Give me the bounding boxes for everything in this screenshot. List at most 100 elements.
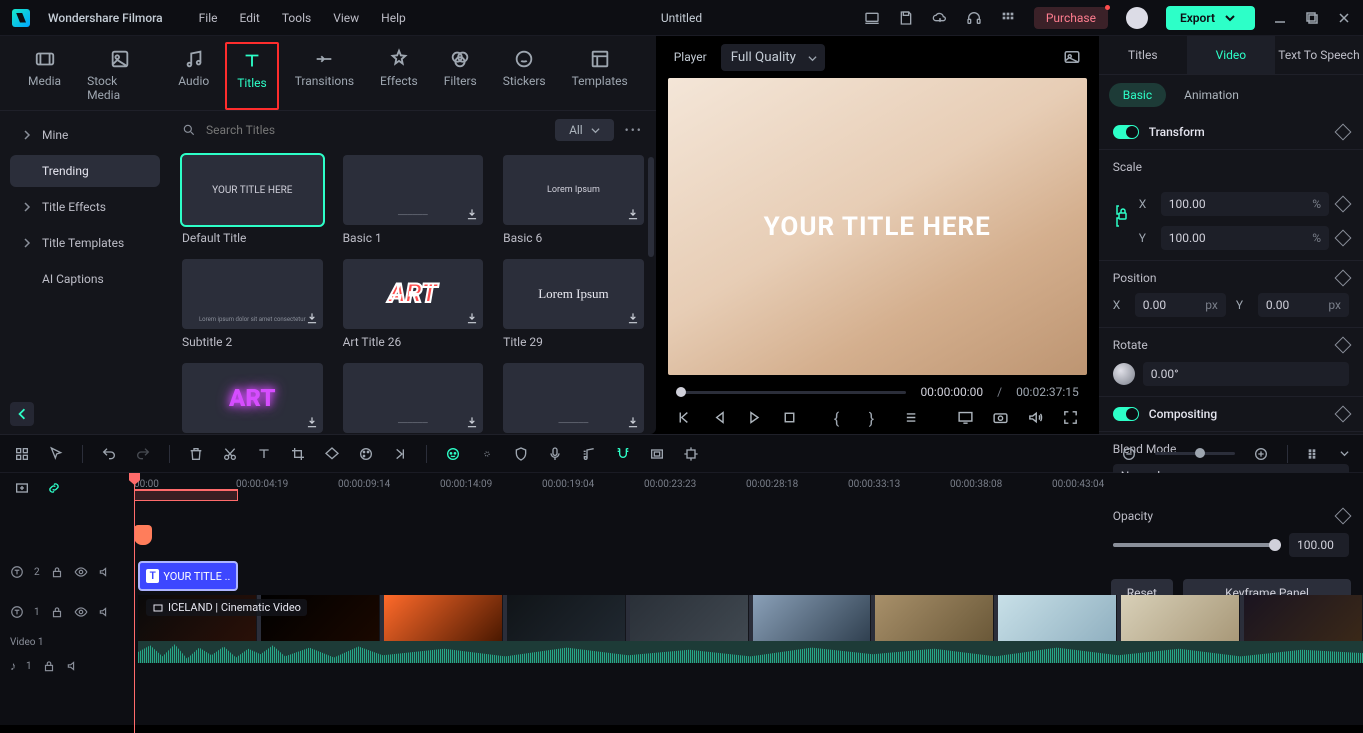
- window-close-icon[interactable]: [1337, 11, 1351, 25]
- mute-icon[interactable]: [66, 659, 80, 673]
- compositing-toggle[interactable]: [1113, 407, 1139, 421]
- download-icon[interactable]: [465, 311, 479, 325]
- sidebar-item-title-templates[interactable]: Title Templates: [10, 227, 160, 259]
- title-clip[interactable]: TYOUR TITLE ...: [138, 561, 238, 591]
- lock-icon[interactable]: [50, 605, 64, 619]
- window-minimize-icon[interactable]: [1273, 11, 1287, 25]
- eye-icon[interactable]: [74, 605, 88, 619]
- display-icon[interactable]: [957, 409, 974, 426]
- chevron-down-icon[interactable]: [1340, 449, 1349, 458]
- title-thumbnail[interactable]: Lorem Ipsum: [503, 155, 644, 225]
- cursor-icon[interactable]: [48, 446, 64, 462]
- volume-icon[interactable]: [1027, 409, 1044, 426]
- tab-stickers[interactable]: Stickers: [493, 42, 556, 110]
- scrollbar[interactable]: [648, 157, 654, 257]
- window-maximize-icon[interactable]: [1305, 11, 1319, 25]
- inspector-tab-video[interactable]: Video: [1187, 36, 1275, 74]
- keyframe-icon[interactable]: [1335, 196, 1352, 213]
- download-icon[interactable]: [465, 415, 479, 429]
- play-reverse-icon[interactable]: [711, 409, 728, 426]
- playback-scrubber[interactable]: [676, 391, 907, 394]
- add-track-icon[interactable]: [14, 480, 30, 496]
- apps-icon[interactable]: [1000, 10, 1016, 26]
- tab-titles[interactable]: Titles: [225, 42, 278, 110]
- cloud-icon[interactable]: [932, 10, 948, 26]
- tab-transitions[interactable]: Transitions: [285, 42, 364, 110]
- sparkle-icon[interactable]: [479, 446, 495, 462]
- position-x-input[interactable]: 0.00px: [1135, 293, 1226, 317]
- search-input[interactable]: [206, 123, 545, 137]
- mute-icon[interactable]: [98, 605, 112, 619]
- title-thumbnail[interactable]: ART: [343, 259, 484, 329]
- filter-dropdown[interactable]: All: [555, 119, 614, 141]
- timeline-tracks[interactable]: TYOUR TITLE ... ICELAND | Cinematic Vide…: [134, 503, 1363, 725]
- scale-y-input[interactable]: 100.00%: [1161, 226, 1329, 250]
- timeline-marker[interactable]: [134, 525, 152, 545]
- download-icon[interactable]: [626, 415, 640, 429]
- position-y-input[interactable]: 0.00px: [1258, 293, 1349, 317]
- tab-effects[interactable]: Effects: [370, 42, 428, 110]
- menu-edit[interactable]: Edit: [240, 11, 260, 25]
- inspector-tab-tts[interactable]: Text To Speech: [1275, 36, 1363, 74]
- play-icon[interactable]: [746, 409, 763, 426]
- title-thumbnail[interactable]: ──────: [343, 155, 484, 225]
- headphones-icon[interactable]: [966, 10, 982, 26]
- track-head-video1[interactable]: 1: [0, 589, 134, 635]
- shield-icon[interactable]: [513, 446, 529, 462]
- track-head-title2[interactable]: 2: [0, 555, 134, 589]
- mute-icon[interactable]: [98, 565, 112, 579]
- more-button[interactable]: •••: [624, 123, 644, 137]
- title-thumbnail[interactable]: ART: [182, 363, 323, 433]
- list-icon[interactable]: [904, 409, 921, 426]
- scale-x-input[interactable]: 100.00%: [1161, 192, 1329, 216]
- subtab-basic[interactable]: Basic: [1109, 83, 1166, 107]
- crop-icon[interactable]: [290, 446, 306, 462]
- download-icon[interactable]: [465, 207, 479, 221]
- mark-out-icon[interactable]: }: [869, 409, 886, 426]
- zoom-in-icon[interactable]: [1253, 446, 1269, 462]
- grid-icon[interactable]: [14, 446, 30, 462]
- playhead[interactable]: [134, 473, 135, 733]
- audio-waveform[interactable]: [138, 641, 1363, 663]
- eye-icon[interactable]: [74, 565, 88, 579]
- view-options-icon[interactable]: [1306, 446, 1322, 462]
- preview-canvas[interactable]: YOUR TITLE HERE: [668, 78, 1087, 375]
- mic-icon[interactable]: [547, 446, 563, 462]
- keyframe-icon[interactable]: [1335, 230, 1352, 247]
- sidebar-item-trending[interactable]: Trending: [10, 155, 160, 187]
- lock-icon[interactable]: [42, 659, 56, 673]
- track-head-audio1[interactable]: ♪1: [0, 649, 134, 683]
- tab-stock-media[interactable]: Stock Media: [77, 42, 162, 110]
- tab-templates[interactable]: Templates: [562, 42, 638, 110]
- snapshot-image-icon[interactable]: [1063, 48, 1081, 66]
- tab-filters[interactable]: Filters: [434, 42, 487, 110]
- keyframe-icon[interactable]: [1335, 406, 1352, 423]
- music-list-icon[interactable]: [581, 446, 597, 462]
- zoom-out-icon[interactable]: [1121, 446, 1137, 462]
- menu-tools[interactable]: Tools: [282, 11, 311, 25]
- redo-icon[interactable]: [135, 446, 151, 462]
- download-icon[interactable]: [305, 311, 319, 325]
- title-thumbnail[interactable]: ──────: [503, 363, 644, 433]
- undo-icon[interactable]: [101, 446, 117, 462]
- title-thumbnail[interactable]: YOUR TITLE HERE: [182, 155, 323, 225]
- device-icon[interactable]: [864, 10, 880, 26]
- rotate-dial[interactable]: [1113, 363, 1135, 385]
- tab-audio[interactable]: Audio: [168, 42, 219, 110]
- sidebar-collapse-button[interactable]: [10, 402, 34, 426]
- tab-media[interactable]: Media: [18, 42, 71, 110]
- keyframe-icon[interactable]: [1335, 270, 1352, 287]
- download-icon[interactable]: [626, 207, 640, 221]
- more-tools-icon[interactable]: [392, 446, 408, 462]
- fullscreen-icon[interactable]: [1062, 409, 1079, 426]
- title-thumbnail[interactable]: Lorem Ipsum: [503, 259, 644, 329]
- inspector-tab-titles[interactable]: Titles: [1099, 36, 1187, 74]
- sidebar-item-mine[interactable]: Mine: [10, 119, 160, 151]
- magnet-icon[interactable]: [615, 446, 631, 462]
- title-thumbnail[interactable]: ──────: [343, 363, 484, 433]
- stop-icon[interactable]: [781, 409, 798, 426]
- sidebar-item-title-effects[interactable]: Title Effects: [10, 191, 160, 223]
- zoom-slider[interactable]: [1155, 452, 1235, 455]
- frame-icon[interactable]: [649, 446, 665, 462]
- subtab-animation[interactable]: Animation: [1170, 83, 1253, 107]
